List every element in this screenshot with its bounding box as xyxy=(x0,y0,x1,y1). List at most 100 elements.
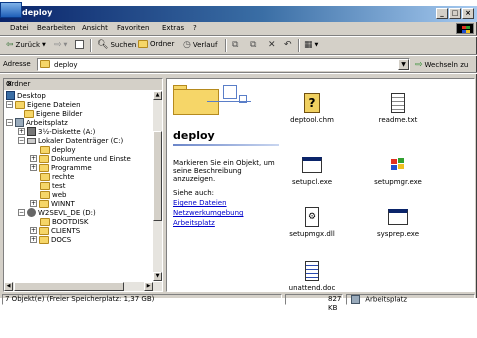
tree-item-eigene-dateien[interactable]: − Eigene Dateien xyxy=(6,100,81,109)
go-button[interactable]: ⇨ Wechseln zu xyxy=(415,60,468,70)
link-eigene-dateien[interactable]: Eigene Dateien xyxy=(173,199,227,207)
tree-item-rechte[interactable]: rechte xyxy=(40,172,74,181)
file-setupcl-exe[interactable]: setupcl.exe xyxy=(277,155,347,186)
file-name: setupcl.exe xyxy=(291,178,332,186)
back-arrow-icon: ⇦ xyxy=(6,40,14,50)
menu-ansicht[interactable]: Ansicht xyxy=(82,24,108,32)
forward-button[interactable]: ⇨ ▼ xyxy=(54,40,67,50)
tree-item-eigene-bilder[interactable]: Eigene Bilder xyxy=(24,109,82,118)
copy-to-button[interactable]: ⧉ xyxy=(250,40,256,50)
go-arrow-icon: ⇨ xyxy=(415,60,423,70)
file-setupmgr-exe[interactable]: setupmgr.exe xyxy=(363,155,433,186)
folders-button[interactable]: Ordner xyxy=(138,40,174,48)
title-bar[interactable]: deploy _ □ × xyxy=(0,2,477,22)
collapse-icon[interactable]: − xyxy=(6,119,13,126)
folder-icon xyxy=(39,154,49,163)
views-icon: ▦ xyxy=(304,40,313,50)
scroll-left-button[interactable]: ◀ xyxy=(4,282,13,291)
tree-item-web[interactable]: web xyxy=(40,190,66,199)
address-dropdown-button[interactable]: ▼ xyxy=(398,59,409,70)
close-button[interactable]: × xyxy=(462,8,474,19)
search-button[interactable]: 🔍︎ Suchen xyxy=(97,40,136,50)
forward-arrow-icon: ⇨ xyxy=(54,40,62,50)
tree-item-clients[interactable]: + CLIENTS xyxy=(30,226,80,235)
minimize-button[interactable]: _ xyxy=(436,8,448,19)
search-label: Suchen xyxy=(110,41,137,49)
collapse-icon[interactable]: − xyxy=(18,209,25,216)
tree-label: rechte xyxy=(52,172,75,181)
expand-icon[interactable]: + xyxy=(30,227,37,234)
file-name: readme.txt xyxy=(378,116,418,124)
undo-icon: ↶ xyxy=(284,40,292,50)
divider xyxy=(0,72,477,74)
tree-item-winnt[interactable]: + WINNT xyxy=(30,199,75,208)
folder-up-icon xyxy=(75,40,84,49)
tree-item-test[interactable]: test xyxy=(40,181,65,190)
up-button[interactable] xyxy=(75,40,84,49)
tree-item-drive-d[interactable]: − W2SEVL_DE (D:) xyxy=(18,208,96,217)
undo-button[interactable]: ↶ xyxy=(284,40,292,50)
dropdown-arrow-icon: ▼ xyxy=(42,42,46,48)
explorer-window: deploy _ □ × Datei Bearbeiten Ansicht Fa… xyxy=(0,2,477,312)
menu-favoriten[interactable]: Favoriten xyxy=(117,24,149,32)
tree-item-docs[interactable]: + DOCS xyxy=(30,235,71,244)
vertical-scrollbar[interactable]: ▲ ▼ xyxy=(153,91,162,281)
expand-icon[interactable]: + xyxy=(30,200,37,207)
file-sysprep-exe[interactable]: sysprep.exe xyxy=(363,207,433,238)
expand-icon[interactable]: + xyxy=(30,155,37,162)
tree-label: Eigene Dateien xyxy=(27,100,81,109)
expand-icon[interactable]: + xyxy=(30,236,37,243)
tree-item-desktop[interactable]: Desktop xyxy=(6,91,46,100)
folder-icon xyxy=(40,60,50,68)
scroll-up-button[interactable]: ▲ xyxy=(153,91,162,100)
tree-label: WINNT xyxy=(51,199,75,208)
hscroll-thumb[interactable] xyxy=(14,282,124,291)
tree-item-dokumente[interactable]: + Dokumente und Einste xyxy=(30,154,131,163)
address-input[interactable]: deploy ▼ xyxy=(37,58,410,71)
menu-bar: Datei Bearbeiten Ansicht Favoriten Extra… xyxy=(0,22,477,35)
tree-item-programme[interactable]: + Programme xyxy=(30,163,92,172)
computer-icon xyxy=(15,118,24,127)
maximize-button[interactable]: □ xyxy=(449,8,461,19)
link-netzwerkumgebung[interactable]: Netzwerkumgebung xyxy=(173,209,243,217)
file-readme-txt[interactable]: readme.txt xyxy=(363,93,433,124)
tree-item-deploy[interactable]: deploy xyxy=(40,145,76,154)
file-name: setupmgx.dll xyxy=(289,230,335,238)
tree-item-floppy[interactable]: + 3½-Diskette (A:) xyxy=(18,127,95,136)
tree-label: 3½-Diskette (A:) xyxy=(38,127,96,136)
menu-help[interactable]: ? xyxy=(193,24,197,32)
tree-item-arbeitsplatz[interactable]: − Arbeitsplatz xyxy=(6,118,68,127)
collapse-icon[interactable]: − xyxy=(18,137,25,144)
link-arbeitsplatz[interactable]: Arbeitsplatz xyxy=(173,219,215,227)
horizontal-scrollbar[interactable]: ◀ ▶ xyxy=(4,282,162,291)
move-to-button[interactable]: ⧉ xyxy=(232,40,238,50)
decorative-box xyxy=(239,95,247,103)
expand-icon[interactable]: + xyxy=(30,164,37,171)
tree-item-drive-c[interactable]: − Lokaler Datenträger (C:) xyxy=(18,136,123,145)
computer-icon xyxy=(351,295,360,304)
folder-icon xyxy=(39,163,49,172)
close-pane-icon[interactable]: × xyxy=(6,79,160,88)
expand-icon[interactable]: + xyxy=(18,128,25,135)
tree-label: W2SEVL_DE (D:) xyxy=(38,208,96,217)
tree-item-bootdisk[interactable]: BOOTDISK xyxy=(40,217,88,226)
file-unattend-doc[interactable]: unattend.doc xyxy=(277,261,347,291)
scroll-right-button[interactable]: ▶ xyxy=(144,282,153,291)
menu-datei[interactable]: Datei xyxy=(10,24,29,32)
scroll-down-button[interactable]: ▼ xyxy=(153,272,162,281)
file-setupmgx-dll[interactable]: ⚙ setupmgx.dll xyxy=(277,207,347,238)
menu-bearbeiten[interactable]: Bearbeiten xyxy=(37,24,75,32)
back-button[interactable]: ⇦ Zurück ▼ xyxy=(6,40,46,50)
menu-extras[interactable]: Extras xyxy=(162,24,184,32)
search-icon: 🔍︎ xyxy=(97,40,109,50)
history-button[interactable]: ◷ Verlauf xyxy=(183,40,217,50)
tree-label: web xyxy=(52,190,67,199)
see-also-label: Siehe auch: xyxy=(173,189,215,197)
delete-button[interactable]: ✕ xyxy=(268,40,276,50)
scroll-thumb[interactable] xyxy=(153,131,162,221)
views-button[interactable]: ▦ ▼ xyxy=(304,40,318,50)
folder-content-pane: deploy Markieren Sie ein Objekt, um sein… xyxy=(166,78,475,292)
collapse-icon[interactable]: − xyxy=(6,101,13,108)
file-deptool-chm[interactable]: ? deptool.chm xyxy=(277,93,347,124)
address-bar: Adresse deploy ▼ ⇨ Wechseln zu xyxy=(0,56,477,72)
